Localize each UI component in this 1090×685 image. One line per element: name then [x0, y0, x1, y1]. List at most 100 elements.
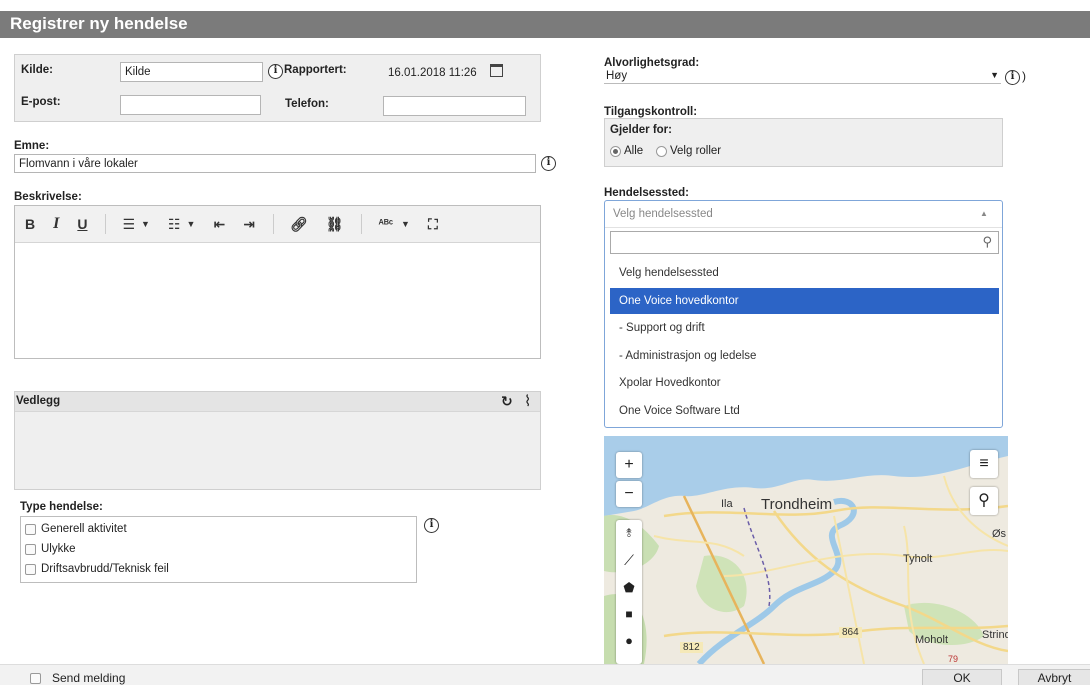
calendar-icon[interactable] — [490, 64, 503, 77]
option-label: Ulykke — [41, 543, 76, 555]
map-view[interactable]: Ila Trondheim Tyholt Øs 864 812 Moholt S… — [604, 436, 1008, 664]
radio-velg-roller[interactable]: Velg roller — [656, 145, 721, 157]
cancel-button[interactable]: Avbryt — [1018, 669, 1090, 685]
bold-button[interactable]: B — [25, 216, 35, 232]
rectangle-tool-icon[interactable]: ■ — [616, 607, 642, 621]
checkbox[interactable] — [25, 563, 36, 575]
marker-tool-icon[interactable]: ⥉ — [616, 526, 642, 541]
hendelsessted-option[interactable]: Xpolar Hovedkontor — [610, 370, 999, 396]
hendelsessted-option[interactable]: - Support og drift — [610, 315, 999, 341]
kilde-input[interactable]: Kilde — [120, 62, 263, 82]
toolbar-separator — [105, 214, 107, 234]
rapportert-input[interactable]: 16.01.2018 11:26 — [384, 64, 488, 84]
circle-tool-icon[interactable]: ● — [616, 633, 642, 648]
alvorlighetsgrad-select[interactable]: Høy ▼ — [604, 69, 1001, 84]
checkbox[interactable] — [25, 543, 36, 555]
numbered-list-dropdown-icon[interactable]: ▼ — [187, 219, 196, 229]
send-melding-option[interactable]: Send melding — [30, 671, 125, 685]
underline-button[interactable]: U — [77, 216, 87, 232]
type-hendelse-option[interactable]: Ulykke — [25, 543, 76, 555]
editor-toolbar: B I U ☰ ▼ ☷ ▼ ⇤ ⇥ 🔗︎ ⛓︎ ᴬᴮᶜ ▼ ⛶ — [15, 206, 540, 243]
epost-input[interactable] — [120, 95, 261, 115]
checkbox[interactable] — [25, 523, 36, 535]
beskrivelse-label: Beskrivelse: — [14, 191, 82, 203]
chevron-down-icon: ▼ — [990, 70, 999, 80]
type-hendelse-option[interactable]: Generell aktivitet — [25, 523, 127, 535]
kilde-label: Kilde: — [21, 64, 53, 76]
dialog-title: Registrer ny hendelse — [10, 14, 188, 33]
zoom-out-button[interactable]: − — [616, 481, 642, 507]
toolbar-separator — [272, 214, 274, 234]
hendelsessted-dropdown: Velg hendelsessted ▲ ⚲ Velg hendelsesste… — [604, 200, 1003, 428]
hendelsessted-search-input[interactable]: ⚲ — [610, 231, 999, 254]
radio-alle[interactable]: Alle — [610, 145, 643, 157]
map-label: 812 — [680, 642, 703, 653]
option-label: Generell aktivitet — [41, 523, 127, 535]
emne-input[interactable]: Flomvann i våre lokaler — [14, 154, 536, 173]
vedlegg-label: Vedlegg — [16, 395, 61, 407]
radio-label: Alle — [624, 145, 644, 157]
spellcheck-icon[interactable]: ᴬᴮᶜ — [378, 218, 393, 230]
map-label: Moholt — [915, 634, 949, 646]
paperclip-icon[interactable]: ⌇ — [524, 392, 531, 410]
hendelsessted-label: Hendelsessted: — [604, 187, 690, 199]
hendelsessted-option[interactable]: One Voice Software Ltd — [610, 398, 999, 424]
link-icon[interactable]: 🔗︎ — [290, 216, 308, 233]
bullet-list-button[interactable]: ☰ — [122, 216, 135, 233]
numbered-list-button[interactable]: ☷ — [168, 216, 181, 233]
send-melding-checkbox[interactable] — [30, 672, 41, 684]
map-label: Strind — [982, 629, 1008, 641]
map-search-icon[interactable]: ⚲ — [970, 487, 998, 515]
hendelsessted-option-highlighted[interactable]: One Voice hovedkontor — [610, 288, 999, 314]
radio-button[interactable] — [610, 145, 621, 157]
bullet-list-dropdown-icon[interactable]: ▼ — [141, 219, 150, 229]
type-hendelse-info-icon[interactable]: i — [424, 518, 439, 533]
vedlegg-header: Vedlegg ↻ ⌇ — [15, 392, 540, 412]
map-label: 79 — [948, 654, 959, 664]
emne-label: Emne: — [14, 140, 50, 152]
layers-menu-icon[interactable]: ≡ — [970, 450, 998, 478]
indent-button[interactable]: ⇥ — [243, 216, 255, 233]
rapportert-label: Rapportert: — [284, 64, 347, 76]
map-label: Øs — [992, 528, 1007, 540]
type-hendelse-list: Generell aktivitet Ulykke Driftsavbrudd/… — [20, 516, 417, 583]
tilgangskontroll-label: Tilgangskontroll: — [604, 106, 698, 118]
hendelsessted-option[interactable]: - Administrasjon og ledelse — [610, 343, 999, 369]
telefon-input[interactable] — [383, 96, 526, 116]
map-label: Trondheim — [761, 496, 833, 513]
send-melding-label: Send melding — [52, 671, 126, 685]
map-label: Tyholt — [903, 553, 933, 565]
type-hendelse-option[interactable]: Driftsavbrudd/Teknisk feil — [25, 563, 169, 575]
outdent-button[interactable]: ⇤ — [213, 216, 225, 233]
epost-label: E-post: — [21, 96, 61, 108]
gjelder-for-label: Gjelder for: — [610, 124, 672, 136]
radio-label: Velg roller — [670, 145, 722, 157]
tilgangskontroll-panel: Gjelder for: Alle Velg roller — [604, 118, 1003, 167]
ok-button[interactable]: OK — [922, 669, 1002, 685]
italic-button[interactable]: I — [53, 215, 59, 233]
unlink-icon[interactable]: ⛓︎ — [326, 216, 344, 233]
chevron-up-icon: ▲ — [980, 209, 988, 218]
toolbar-separator — [361, 214, 363, 234]
alvorlighetsgrad-label: Alvorlighetsgrad: — [604, 57, 700, 69]
line-tool-icon[interactable]: ⟋ — [616, 552, 642, 569]
alvorlighetsgrad-trailing-text: ) — [1022, 69, 1026, 83]
fullscreen-icon[interactable]: ⛶ — [428, 216, 438, 233]
emne-info-icon[interactable]: i — [541, 156, 556, 171]
polygon-tool-icon[interactable]: ⬟ — [616, 580, 642, 596]
zoom-in-button[interactable]: + — [616, 452, 642, 478]
hendelsessted-select[interactable]: Velg hendelsessted ▲ — [605, 201, 1002, 228]
hendelsessted-placeholder: Velg hendelsessted — [613, 208, 713, 220]
search-icon: ⚲ — [982, 234, 992, 249]
hendelsessted-option[interactable]: Velg hendelsessted — [610, 260, 999, 286]
kilde-info-icon[interactable]: i — [268, 64, 283, 79]
alvorlighetsgrad-info-icon[interactable]: i — [1005, 70, 1020, 85]
alvorlighetsgrad-value: Høy — [606, 70, 628, 82]
refresh-icon[interactable]: ↻ — [501, 393, 513, 410]
vedlegg-panel: Vedlegg ↻ ⌇ — [14, 391, 541, 490]
spellcheck-dropdown-icon[interactable]: ▼ — [401, 219, 410, 229]
radio-button[interactable] — [656, 145, 667, 157]
beskrivelse-textarea[interactable] — [15, 243, 540, 358]
map-label: Ila — [721, 498, 733, 510]
title-bar: Registrer ny hendelse — [0, 0, 1090, 38]
